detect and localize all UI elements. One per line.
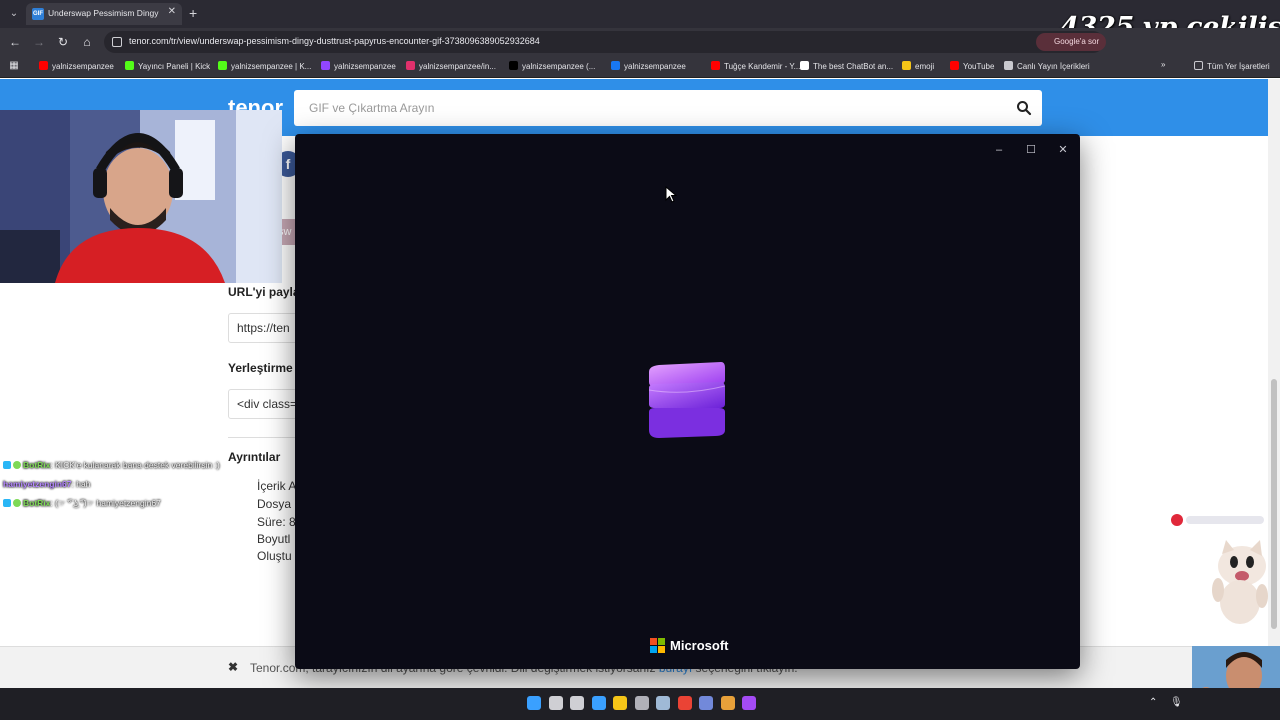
bookmark-item[interactable]: yalnizsempanzee | K...: [218, 61, 311, 71]
bookmark-label: yalnizsempanzee: [334, 62, 396, 71]
minimize-button[interactable]: –: [991, 142, 1007, 158]
search-input[interactable]: [309, 101, 989, 115]
bookmark-label: Canlı Yayın İçerikleri: [1017, 62, 1090, 71]
microsoft-text: Microsoft: [670, 638, 729, 653]
banner-close-icon[interactable]: ✖: [228, 660, 238, 674]
windows-taskbar: ⌃ 🎙: [0, 688, 1280, 720]
microphone-icon[interactable]: 🎙: [1170, 697, 1183, 708]
bookmark-item[interactable]: emoji: [902, 61, 934, 71]
bookmark-item[interactable]: yalnizsempanzee/in...: [406, 61, 496, 71]
search-icon[interactable]: [1016, 100, 1032, 116]
bookmarks-bar: ▦ yalnizsempanzee Yayıncı Paneli | Kick ya…: [0, 56, 1280, 78]
bookmark-item[interactable]: yalnizsempanzee: [39, 61, 114, 71]
bookmark-label: Tuğçe Kandemir - Y...: [724, 62, 801, 71]
bookmark-label: yalnizsempanzee: [52, 62, 114, 71]
youtube-icon: [950, 61, 959, 70]
kick-icon: [125, 61, 134, 70]
youtube-icon: [711, 61, 720, 70]
address-bar[interactable]: tenor.com/tr/view/underswap-pessimism-di…: [104, 31, 1104, 53]
bookmark-label: yalnizsempanzee (...: [522, 62, 596, 71]
dancing-cat-sticker-icon: [1212, 540, 1268, 624]
divider: [228, 437, 298, 438]
chat-message: hamiyetzengin67: hah: [3, 479, 91, 489]
bookmarks-overflow-icon[interactable]: »: [1161, 60, 1165, 69]
clipchamp-logo-icon: [648, 362, 726, 438]
tray-overflow-icon[interactable]: ⌃: [1149, 697, 1157, 708]
app-splash-window: – ☐ ✕ Microsoft: [295, 134, 1080, 669]
bookmark-item[interactable]: yalnizsempanzee: [611, 61, 686, 71]
facebook-icon: [611, 61, 620, 70]
stream-chat: BotRix: KICK'e kulanarak bana destek ver…: [3, 460, 303, 517]
moderator-badge-icon: [3, 499, 11, 507]
bookmark-label: YouTube: [963, 62, 995, 71]
url-text: tenor.com/tr/view/underswap-pessimism-di…: [129, 36, 540, 46]
streamer-webcam: [0, 110, 282, 283]
twitch-icon: [321, 61, 330, 70]
bookmark-label: yalnizsempanzee: [624, 62, 686, 71]
forward-button[interactable]: →: [31, 34, 47, 50]
chrome-icon[interactable]: [677, 696, 692, 710]
verified-badge-icon: [13, 499, 21, 507]
tab-title: Underswap Pessimism Dingy D: [48, 8, 160, 18]
task-view-icon[interactable]: [570, 696, 584, 710]
bookmark-item[interactable]: The best ChatBot an...: [800, 61, 893, 71]
close-button[interactable]: ✕: [1055, 142, 1071, 158]
moderator-badge-icon: [3, 461, 11, 469]
detail-created: Oluştu: [257, 549, 292, 563]
mouse-cursor-icon: [665, 186, 677, 203]
bookmark-label: The best ChatBot an...: [813, 62, 894, 71]
bookmark-item[interactable]: yalnizsempanzee: [321, 61, 396, 71]
tiktok-icon: [509, 61, 518, 70]
kick-icon: [218, 61, 227, 70]
embed-heading: Yerleştirme: [228, 361, 293, 375]
home-button[interactable]: ⌂: [79, 34, 95, 50]
tab-search-button[interactable]: ⌄: [6, 6, 22, 22]
obs-icon[interactable]: [720, 696, 735, 710]
all-bookmarks-button[interactable]: Tüm Yer İşaretleri: [1194, 61, 1270, 71]
bookmark-label: yalnizsempanzee | K...: [231, 62, 312, 71]
detail-size: Boyutl: [257, 532, 291, 546]
discord-icon[interactable]: [699, 696, 713, 710]
share-url-heading: URL'yi payla: [228, 285, 300, 299]
site-info-icon[interactable]: [112, 37, 122, 47]
settings-icon[interactable]: [634, 696, 649, 710]
folder-icon: [1004, 61, 1013, 70]
verified-badge-icon: [13, 461, 21, 469]
bookmark-item[interactable]: yalnizsempanzee (...: [509, 61, 595, 71]
bookmark-item[interactable]: YouTube: [950, 61, 994, 71]
bookmark-item[interactable]: Tuğçe Kandemir - Y...: [711, 61, 800, 71]
emoji-icon: [902, 61, 911, 70]
windows-start-icon[interactable]: [527, 696, 541, 710]
bookmark-label: emoji: [915, 62, 935, 71]
search-box: [294, 90, 1042, 126]
maximize-button[interactable]: ☐: [1023, 142, 1039, 158]
bookmark-item[interactable]: Yayıncı Paneli | Kick: [125, 61, 210, 71]
google-lens-button[interactable]: Google'a sor: [1036, 33, 1106, 51]
gif-favicon-icon: GIF: [32, 8, 44, 20]
tab-close-icon[interactable]: ✕: [168, 6, 176, 17]
clipchamp-icon[interactable]: [742, 696, 756, 710]
kick-sticker-icon: [1171, 514, 1264, 526]
file-explorer-icon[interactable]: [613, 696, 627, 710]
bookmark-label: yalnizsempanzee/in...: [419, 62, 496, 71]
youtube-icon: [39, 61, 48, 70]
chat-message: BotRix: KICK'e kulanarak bana destek ver…: [3, 460, 303, 479]
chat-message: BotRix: (☞ ͡° ͜ʖ ͡°)☞ hamiyetzengin67: [3, 498, 303, 517]
steam-icon[interactable]: [656, 696, 670, 710]
tab-active[interactable]: GIF Underswap Pessimism Dingy D ✕: [26, 3, 182, 25]
new-tab-button[interactable]: +: [189, 5, 197, 21]
store-icon[interactable]: [591, 696, 606, 710]
microsoft-logo-icon: [650, 638, 665, 653]
apps-grid-icon[interactable]: ▦: [6, 58, 22, 74]
search-icon[interactable]: [548, 696, 563, 710]
reload-button[interactable]: ↻: [55, 34, 71, 50]
bookmark-label: Yayıncı Paneli | Kick: [138, 62, 211, 71]
back-button[interactable]: ←: [7, 34, 23, 50]
chatbot-icon: [800, 61, 809, 70]
bookmark-item[interactable]: Canlı Yayın İçerikleri: [1004, 61, 1090, 71]
detail-duration: Süre: 8: [257, 515, 296, 529]
instagram-icon: [406, 61, 415, 70]
